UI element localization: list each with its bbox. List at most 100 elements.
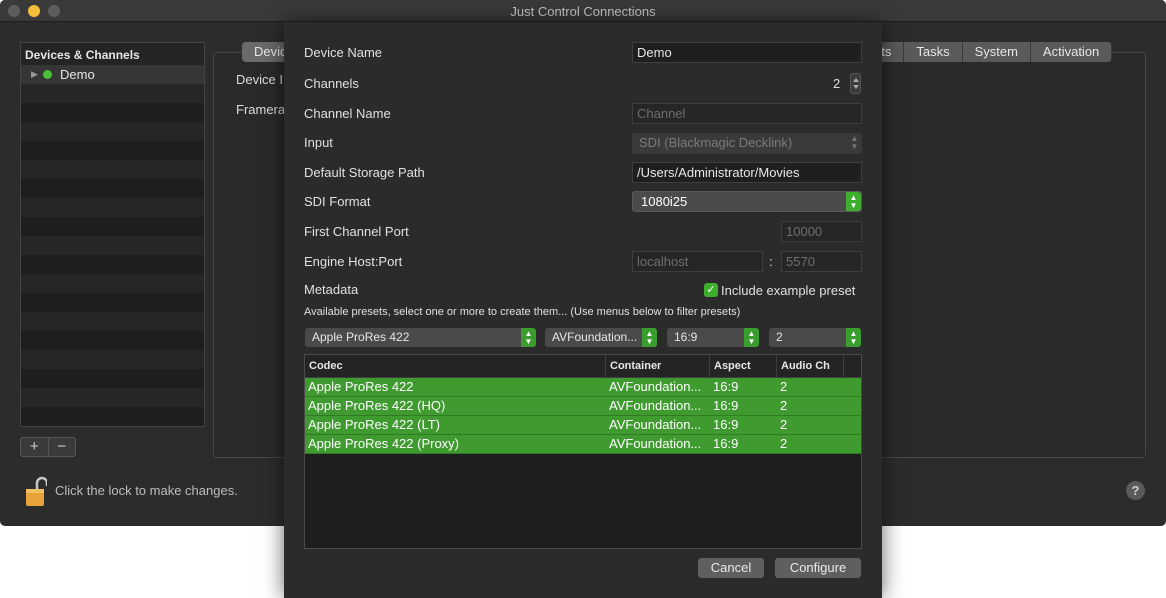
status-dot-icon bbox=[43, 70, 52, 79]
channel-name-label: Channel Name bbox=[304, 106, 391, 121]
tab-system[interactable]: System bbox=[962, 42, 1031, 62]
engine-port-field[interactable]: 5570 bbox=[781, 251, 862, 272]
codec-filter-value: Apple ProRes 422 bbox=[312, 330, 410, 344]
list-row bbox=[21, 160, 204, 179]
updown-chevron-icon: ▲ ▼ bbox=[846, 328, 861, 347]
lock-message: Click the lock to make changes. bbox=[55, 483, 238, 498]
column-header-container[interactable]: Container bbox=[606, 355, 710, 377]
list-row bbox=[21, 407, 204, 426]
title-bar: Just Control Connections bbox=[0, 0, 1166, 22]
container-filter-select[interactable]: AVFoundation... ▲ ▼ bbox=[545, 328, 657, 347]
first-port-label: First Channel Port bbox=[304, 224, 409, 239]
list-row bbox=[21, 84, 204, 103]
cell-audio: 2 bbox=[780, 436, 788, 451]
channels-label: Channels bbox=[304, 76, 359, 91]
engine-host-label: Engine Host:Port bbox=[304, 254, 403, 269]
cancel-button[interactable]: Cancel bbox=[698, 558, 764, 578]
disclosure-triangle-icon[interactable]: ▶ bbox=[31, 69, 41, 80]
list-row bbox=[21, 236, 204, 255]
list-row bbox=[21, 122, 204, 141]
configure-button[interactable]: Configure bbox=[775, 558, 861, 578]
list-row bbox=[21, 312, 204, 331]
input-select-value: SDI (Blackmagic Decklink) bbox=[639, 135, 793, 150]
help-button[interactable]: ? bbox=[1126, 481, 1145, 500]
cell-codec: Apple ProRes 422 bbox=[308, 379, 414, 394]
list-row bbox=[21, 141, 204, 160]
column-header-audio[interactable]: Audio Ch bbox=[777, 355, 844, 377]
table-row[interactable]: Apple ProRes 422 (LT) AVFoundation... 16… bbox=[305, 416, 861, 435]
channel-name-field[interactable]: Channel bbox=[632, 103, 862, 124]
sidebar-item-label: Demo bbox=[60, 67, 95, 82]
list-row bbox=[21, 217, 204, 236]
sdi-format-label: SDI Format bbox=[304, 194, 371, 209]
cell-container: AVFoundation... bbox=[609, 398, 702, 413]
column-header-codec[interactable]: Codec bbox=[305, 355, 606, 377]
list-row bbox=[21, 274, 204, 293]
list-row bbox=[21, 293, 204, 312]
sdi-format-select[interactable]: 1080i25 ▲ ▼ bbox=[632, 191, 862, 212]
aspect-filter-select[interactable]: 16:9 ▲ ▼ bbox=[667, 328, 759, 347]
configure-sheet: Device Name Demo Channels 2 Channel Name… bbox=[284, 22, 882, 598]
add-remove-control: + − bbox=[20, 437, 76, 457]
list-row bbox=[21, 426, 204, 427]
channels-stepper[interactable] bbox=[850, 73, 861, 94]
updown-chevron-icon: ▲ ▼ bbox=[846, 192, 861, 211]
table-header: Codec Container Aspect Audio Ch bbox=[305, 355, 861, 378]
cell-aspect: 16:9 bbox=[713, 417, 739, 432]
storage-path-label: Default Storage Path bbox=[304, 165, 425, 180]
list-row bbox=[21, 350, 204, 369]
first-port-field[interactable]: 10000 bbox=[781, 221, 862, 242]
cell-aspect: 16:9 bbox=[713, 379, 739, 394]
aspect-filter-value: 16:9 bbox=[674, 330, 698, 344]
tab-activation[interactable]: Activation bbox=[1030, 42, 1113, 62]
device-name-field[interactable]: Demo bbox=[632, 42, 862, 63]
audio-filter-value: 2 bbox=[776, 330, 783, 344]
cell-aspect: 16:9 bbox=[713, 436, 739, 451]
cell-codec: Apple ProRes 422 (LT) bbox=[308, 417, 440, 432]
audio-filter-select[interactable]: 2 ▲ ▼ bbox=[769, 328, 861, 347]
tab-tasks[interactable]: Tasks bbox=[904, 42, 963, 62]
window-title: Just Control Connections bbox=[510, 4, 656, 19]
input-label: Input bbox=[304, 135, 333, 150]
channels-value[interactable]: 2 bbox=[833, 76, 840, 91]
cell-container: AVFoundation... bbox=[609, 417, 702, 432]
updown-chevron-icon: ▲ ▼ bbox=[744, 328, 759, 347]
list-row bbox=[21, 179, 204, 198]
framerate-label: Framera bbox=[236, 102, 286, 117]
sidebar-item-demo[interactable]: ▶ Demo bbox=[21, 65, 204, 84]
updown-chevron-icon: ▲ ▼ bbox=[642, 328, 657, 347]
cell-container: AVFoundation... bbox=[609, 436, 702, 451]
add-button[interactable]: + bbox=[21, 438, 49, 456]
cell-codec: Apple ProRes 422 (Proxy) bbox=[308, 436, 460, 451]
device-label: Device I bbox=[236, 72, 283, 87]
updown-chevron-icon: ▲ ▼ bbox=[850, 134, 859, 151]
container-filter-value: AVFoundation... bbox=[552, 330, 638, 344]
engine-host-field[interactable]: localhost bbox=[632, 251, 763, 272]
sdi-format-value: 1080i25 bbox=[641, 194, 688, 209]
list-row bbox=[21, 388, 204, 407]
remove-button[interactable]: − bbox=[49, 438, 76, 456]
column-header-aspect[interactable]: Aspect bbox=[710, 355, 777, 377]
table-row[interactable]: Apple ProRes 422 (HQ) AVFoundation... 16… bbox=[305, 397, 861, 416]
presets-instructions: Available presets, select one or more to… bbox=[304, 306, 741, 318]
list-row bbox=[21, 369, 204, 388]
lock-icon[interactable] bbox=[25, 475, 47, 507]
include-example-label: Include example preset bbox=[721, 283, 856, 298]
updown-chevron-icon: ▲ ▼ bbox=[521, 328, 536, 347]
devices-sidebar: Devices & Channels ▶ Demo bbox=[20, 42, 205, 427]
table-row[interactable]: Apple ProRes 422 (Proxy) AVFoundation...… bbox=[305, 435, 861, 454]
device-name-label: Device Name bbox=[304, 45, 383, 60]
input-select[interactable]: SDI (Blackmagic Decklink) ▲ ▼ bbox=[632, 133, 862, 154]
include-example-checkbox[interactable]: ✓ bbox=[704, 283, 718, 297]
list-row bbox=[21, 103, 204, 122]
storage-path-field[interactable]: /Users/Administrator/Movies bbox=[632, 162, 862, 183]
table-row[interactable]: Apple ProRes 422 AVFoundation... 16:9 2 bbox=[305, 378, 861, 397]
list-row bbox=[21, 198, 204, 217]
codec-filter-select[interactable]: Apple ProRes 422 ▲ ▼ bbox=[305, 328, 536, 347]
cell-aspect: 16:9 bbox=[713, 398, 739, 413]
cell-audio: 2 bbox=[780, 398, 788, 413]
cell-codec: Apple ProRes 422 (HQ) bbox=[308, 398, 446, 413]
cell-audio: 2 bbox=[780, 379, 788, 394]
cell-audio: 2 bbox=[780, 417, 788, 432]
tab-bar-right: ets Tasks System Activation bbox=[862, 42, 1113, 62]
